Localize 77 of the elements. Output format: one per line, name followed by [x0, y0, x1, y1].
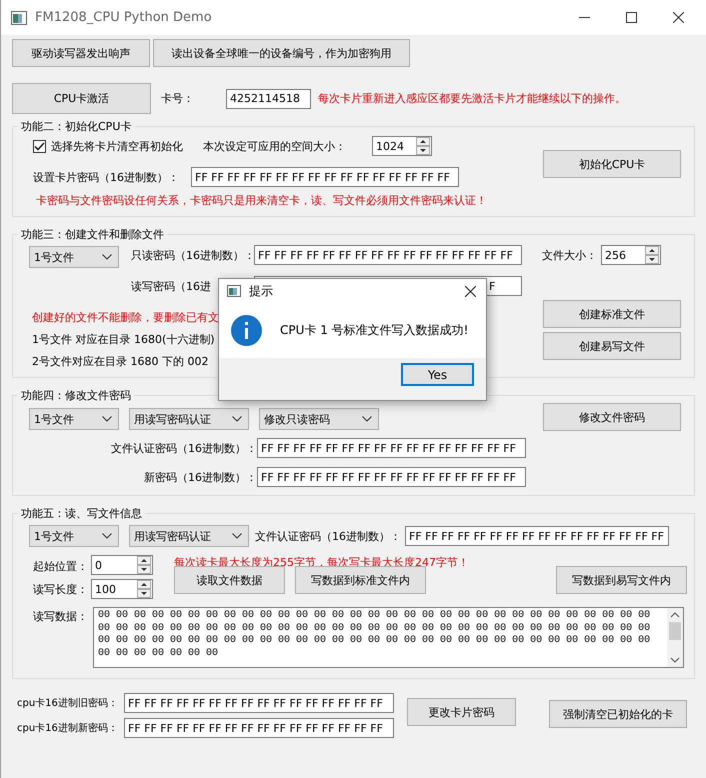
info-icon: [231, 315, 262, 346]
card-number-field[interactable]: 4252114518: [226, 88, 311, 108]
init-card-button[interactable]: 初始化CPU卡: [543, 150, 681, 178]
new-card-password-field[interactable]: FF FF FF FF FF FF FF FF FF FF FF FF FF FF FF FF: [124, 718, 394, 738]
read-file-button[interactable]: 读取文件数据: [174, 566, 285, 594]
device-id-button[interactable]: 读出设备全球唯一的设备编号，作为加密狗用: [153, 39, 410, 67]
directory-note: 1号文件 对应在目录 1680(十六进制): [32, 332, 216, 347]
create-file-button[interactable]: 创建易写文件: [543, 332, 681, 360]
chevron-icon: [102, 533, 112, 539]
readonly-password-label: 只读密码（16进制数）：: [131, 248, 254, 262]
app-icon: [227, 285, 241, 297]
option-dropdown[interactable]: 用读写密码认证: [129, 408, 249, 430]
beep-button[interactable]: 驱动读写器发出响声: [12, 39, 150, 67]
start-position-label: 起始位置：: [33, 559, 89, 574]
chevron-icon: [232, 533, 242, 539]
auth-password-field[interactable]: FF FF FF FF FF FF FF FF FF FF FF FF FF FF FF FF: [257, 438, 526, 458]
dialog-message: CPU卡 1 号标准文件写入数据成功!: [280, 322, 468, 339]
clear-checkbox-label[interactable]: 选择先将卡片清空再初始化: [51, 138, 183, 154]
group-title: 功能二：初始化CPU卡: [20, 119, 132, 134]
option-dropdown[interactable]: 1号文件: [29, 525, 119, 547]
spin-arrows-icon[interactable]: [645, 246, 659, 264]
old-card-password-field[interactable]: FF FF FF FF FF FF FF FF FF FF FF FF FF FF FF FF: [124, 693, 394, 713]
card-password-warning: 卡密码与文件密码设任何关系，卡密码只是用来清空卡，读、写文件必须用文件密码来认证！: [35, 193, 487, 208]
new-password-label: 新密码（16进制数）：: [143, 470, 257, 484]
spin-arrows-icon[interactable]: [137, 580, 151, 598]
new-card-password-label: cpu卡16进制新密码：: [17, 722, 119, 735]
maximize-icon[interactable]: [626, 12, 637, 23]
write-easy-button[interactable]: 写数据到易写文件内: [556, 566, 687, 594]
clear-checkbox[interactable]: [33, 140, 46, 152]
data-label: 读写数据：: [33, 609, 89, 624]
modify-password-button[interactable]: 修改文件密码: [543, 403, 681, 431]
option-dropdown[interactable]: 修改只读密码: [259, 408, 379, 430]
new-password-field[interactable]: FF FF FF FF FF FF FF FF FF FF FF FF FF FF FF FF: [257, 467, 526, 487]
card-password-field[interactable]: FF FF FF FF FF FF FF FF FF FF FF FF FF FF FF FF: [191, 167, 459, 187]
spin-arrows-icon[interactable]: [137, 556, 151, 574]
chevron-icon: [362, 416, 372, 422]
option-dropdown[interactable]: 1号文件: [29, 408, 119, 430]
group-title: 功能四：修改文件密码: [20, 388, 132, 403]
file-dropdown[interactable]: 1号文件: [29, 246, 119, 268]
start-position-spinbox[interactable]: 0: [91, 555, 153, 575]
yes-button[interactable]: Yes: [401, 363, 474, 386]
readwrite-password-label: 读写密码（16进: [131, 278, 211, 294]
dialog-title: 提示: [249, 282, 274, 300]
file-size-label: 文件大小：: [542, 248, 597, 262]
app-icon: [11, 10, 27, 24]
space-size-spinbox[interactable]: 1024: [372, 136, 432, 156]
spin-arrows-icon[interactable]: [416, 137, 430, 155]
directory-note: 2号文件对应在目录 1680 下的 002: [32, 354, 210, 369]
option-dropdown[interactable]: 用读写密码认证: [129, 525, 249, 547]
old-card-password-label: cpu卡16进制旧密码：: [17, 696, 119, 710]
activate-button[interactable]: CPU卡激活: [12, 83, 151, 114]
file-size-spinbox[interactable]: 256: [601, 245, 661, 265]
auth-password-label: 文件认证密码（16进制数）：: [110, 440, 257, 456]
close-icon[interactable]: [673, 12, 684, 23]
activate-notice: 每次卡片重新进入感应区都要先激活卡片才能继续以下的操作。: [318, 91, 626, 106]
force-clear-button[interactable]: 强制清空已初始化的卡: [549, 700, 687, 728]
chevron-icon: [102, 416, 112, 422]
group-title: 功能五：读、写文件信息: [20, 506, 143, 521]
length-label: 读写长度：: [33, 582, 89, 596]
chevron-icon: [102, 254, 112, 260]
space-size-label: 本次设定可应用的空间大小：: [203, 138, 346, 154]
card-password-label: 设置卡片密码（16进制数）：: [33, 170, 180, 184]
scrollbar-drawing[interactable]: [667, 608, 683, 667]
auth-password-field[interactable]: FF FF FF FF FF FF FF FF FF FF FF FF FF FF FF FF: [405, 526, 669, 546]
auth-password-label: 文件认证密码（16进制数）：: [255, 528, 401, 544]
readonly-password-field[interactable]: FF FF FF FF FF FF FF FF FF FF FF FF FF FF FF FF: [254, 245, 522, 265]
card-number-label: 卡号：: [161, 91, 194, 106]
group-title: 功能三：创建文件和删除文件: [20, 227, 165, 242]
length-spinbox[interactable]: 100: [91, 579, 153, 599]
close-icon[interactable]: [465, 286, 476, 296]
write-standard-button[interactable]: 写数据到标准文件内: [295, 566, 426, 594]
create-file-button[interactable]: 创建标准文件: [543, 300, 681, 328]
create-warning: 创建好的文件不能删除，要删除已有文: [32, 310, 219, 325]
change-card-password-button[interactable]: 更改卡片密码: [407, 698, 516, 726]
data-text-area[interactable]: 00 00 00 00 00 00 00 00 00 00 00 00 00 00 00 00 00 00 00 00 00 00 00 00 00 00 00 00 00 00 00 00 00 00 00 00 00 00 00 00 00 00 00 00 00 00 00 00 00 00 00 00 00 00 00 00 00 00 00 00 00 00 00 00 00 00 00 00 00 00 00 00 00 00 00 00 00 00 00 00 00 00 00 00 00 00 00 00 00 00 00 00 00 00 00 00 00 00 00 00: [93, 607, 684, 668]
window-title: FM1208_CPU Python Demo: [35, 10, 213, 25]
chevron-icon: [232, 416, 242, 422]
